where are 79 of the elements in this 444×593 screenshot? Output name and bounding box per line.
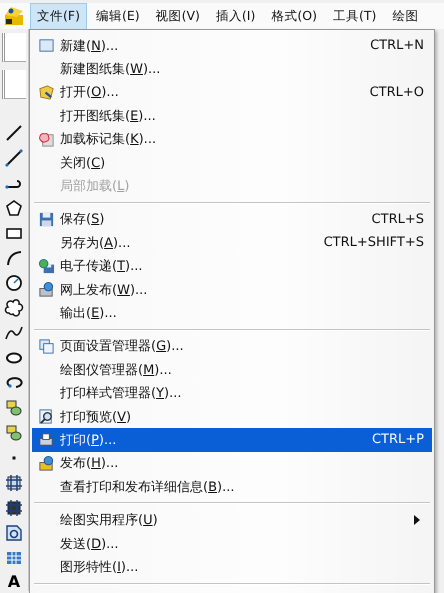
magnifier-icon (38, 408, 54, 426)
menu-item[interactable]: 网上发布(W)... (32, 278, 432, 302)
pentagon-icon[interactable] (4, 198, 24, 218)
menu-item-label: 新建图纸集(W)... (60, 61, 162, 78)
menu-item-label: 打印(P)... (60, 432, 118, 449)
menu-item[interactable]: 打开图纸集(E)... (32, 104, 432, 128)
menu-item[interactable]: 绘图实用程序(U) (32, 508, 432, 532)
line-icon[interactable] (4, 148, 24, 168)
menu-bar-item[interactable]: 绘图 (385, 2, 426, 30)
menu-item-label: 打开(O)... (60, 84, 120, 102)
menu-item-label: 发送(D)... (60, 536, 120, 552)
cloud-icon[interactable] (4, 298, 24, 318)
menu-item-label: 关闭(C) (60, 154, 106, 172)
menu-item-label: 网上发布(W)... (60, 282, 148, 299)
menu-item-label: 局部加载(L) (60, 178, 130, 196)
menu-item-label: 加载标记集(K)... (60, 131, 158, 148)
menu-item[interactable]: 页面设置管理器(G)... (32, 334, 432, 358)
menu-item[interactable]: 关闭(C) (32, 150, 432, 174)
menu-item[interactable]: 打印样式管理器(Y)... (32, 381, 432, 405)
menu-item-label: 查看打印和发布详细信息(B)... (60, 478, 236, 496)
toolbar-stub (2, 70, 26, 99)
menu-item[interactable]: 绘图仪管理器(M)... (32, 358, 432, 382)
menu-item[interactable]: 保存(S) CTRL+S (32, 208, 432, 232)
printer-icon (38, 431, 54, 448)
menu-item-label: 另存为(A)... (60, 234, 132, 252)
menu-item-label: 页面设置管理器(G)... (60, 338, 185, 356)
menu-bar-item[interactable]: 文件(F) (30, 2, 87, 30)
menu-item-label: 绘图实用程序(U) (60, 512, 159, 530)
line-icon[interactable] (4, 123, 24, 143)
menu-item-label: 输出(E)... (60, 304, 118, 322)
menu-item[interactable]: 图形特性(I)... (32, 555, 432, 579)
shortcut-text: CTRL+P (372, 432, 424, 448)
menu-item[interactable]: 新建图纸集(W)... (32, 57, 432, 81)
menu-bar-item[interactable]: 编辑(E) (88, 2, 147, 30)
shortcut-text: CTRL+SHIFT+S (324, 235, 424, 250)
text-tool-button[interactable]: A (8, 573, 20, 591)
menu-item[interactable]: 打开(O)... CTRL+O (32, 80, 432, 104)
menu-item[interactable]: 另存为(A)... CTRL+SHIFT+S (32, 231, 432, 255)
hatch-icon[interactable] (4, 498, 24, 518)
folder-icon (38, 84, 54, 101)
menu-item-label: 打开图纸集(E)... (60, 108, 157, 125)
hatch-icon[interactable] (4, 473, 24, 493)
shortcut-text: CTRL+S (372, 212, 424, 227)
arc-icon[interactable] (4, 248, 24, 268)
toolbar-stub (2, 33, 26, 62)
menu-item-label: 图形特性(I)... (60, 558, 140, 576)
document-icon (38, 37, 54, 54)
region-icon[interactable] (4, 523, 24, 543)
menu-item[interactable]: 打印(P)... CTRL+P (32, 428, 432, 452)
menu-item-label: 打印样式管理器(Y)... (60, 385, 182, 402)
menu-item[interactable]: 新建(N)... CTRL+N (32, 34, 432, 58)
menu-item[interactable]: 打印预览(V) (32, 404, 432, 428)
menu-item[interactable]: 发布(H)... (32, 452, 432, 476)
menu-item-label: 新建(N)... (60, 38, 120, 55)
menu-item-label: 绘图仪管理器(M)... (60, 362, 173, 379)
circle-icon[interactable] (4, 273, 24, 293)
shapes-icon[interactable] (4, 398, 24, 418)
globe-printer-icon (38, 454, 54, 472)
app-icon[interactable] (3, 5, 25, 27)
menu-item-label: 打印预览(V) (60, 408, 132, 426)
menu-item[interactable]: 查看打印和发布详细信息(B)... (32, 475, 432, 498)
menu-bar-item[interactable]: 工具(T) (326, 2, 384, 30)
shapes-icon[interactable] (4, 423, 24, 443)
menu-bar-item[interactable]: 视图(V) (148, 2, 207, 30)
globe-disk-icon (38, 258, 54, 275)
menu-item-label: 保存(S) (60, 211, 106, 228)
shortcut-text: CTRL+N (370, 38, 424, 54)
menu-item-label: 电子传递(T)... (60, 258, 144, 276)
globe-printer-icon (38, 281, 54, 298)
shortcut-text: CTRL+O (370, 84, 424, 100)
menu-item[interactable]: 电子传递(T)... (32, 254, 432, 278)
cloud-icon (38, 130, 54, 148)
menu-bar-item[interactable]: 插入(I) (208, 2, 262, 30)
menu-item[interactable]: 输出(E)... (32, 301, 432, 325)
pages-icon (38, 338, 54, 355)
menu-item[interactable]: 发送(D)... (32, 532, 432, 556)
menu-item-label: 发布(H)... (60, 455, 120, 472)
menu-bar-item[interactable]: 格式(O) (264, 2, 324, 30)
menu-item[interactable]: 加载标记集(K)... (32, 128, 432, 151)
